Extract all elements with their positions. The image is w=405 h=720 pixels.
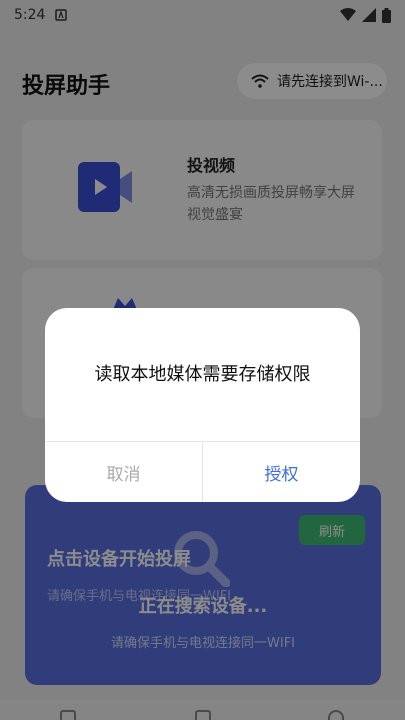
grant-button[interactable]: 授权 — [203, 442, 360, 502]
dialog-message: 读取本地媒体需要存储权限 — [94, 364, 311, 385]
cancel-button[interactable]: 取消 — [45, 442, 202, 502]
permission-dialog: 读取本地媒体需要存储权限 取消 授权 — [45, 308, 360, 502]
